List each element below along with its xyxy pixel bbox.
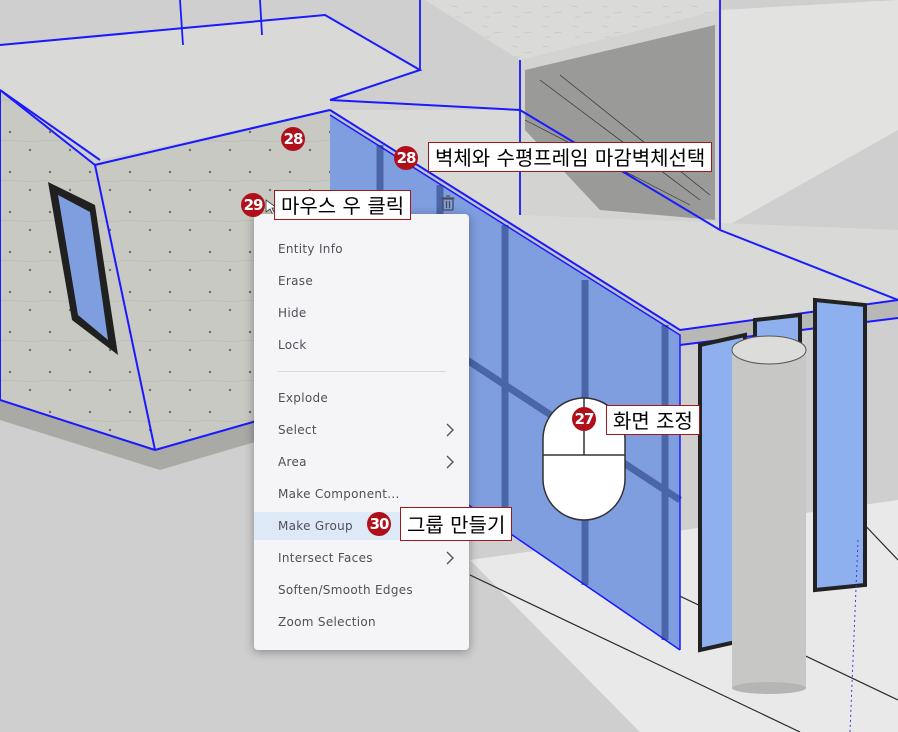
menu-item-select[interactable]: Select (254, 416, 469, 444)
callout-step-27: 화면 조정 (606, 405, 700, 435)
menu-item-label: Soften/Smooth Edges (278, 583, 413, 597)
menu-item-label: Entity Info (278, 242, 343, 256)
column-top (731, 335, 807, 365)
menu-item-label: Make Group (278, 519, 353, 533)
chevron-right-icon (446, 423, 454, 437)
step-badge-30: 30 (367, 512, 391, 536)
menu-item-label: Make Component... (278, 487, 400, 501)
menu-item-erase[interactable]: Erase (254, 267, 469, 295)
step-badge-29: 29 (241, 193, 265, 217)
menu-item-explode[interactable]: Explode (254, 384, 469, 412)
column (732, 348, 806, 688)
menu-item-label: Area (278, 455, 307, 469)
menu-item-soften-smooth-edges[interactable]: Soften/Smooth Edges (254, 576, 469, 604)
menu-item-intersect-faces[interactable]: Intersect Faces (254, 544, 469, 572)
callout-step-29: 마우스 우 클릭 (274, 190, 412, 220)
menu-item-label: Zoom Selection (278, 615, 376, 629)
menu-separator (278, 371, 446, 372)
step-badge-27: 27 (572, 407, 596, 431)
context-menu: Entity Info Erase Hide Lock Explode Sele… (254, 214, 469, 650)
menu-item-lock[interactable]: Lock (254, 331, 469, 359)
menu-item-label: Erase (278, 274, 314, 288)
callout-step-28: 벽체와 수평프레임 마감벽체선택 (428, 142, 713, 172)
menu-item-make-component[interactable]: Make Component... (254, 480, 469, 508)
step-badge-28-marker: 28 (281, 127, 305, 151)
chevron-right-icon (446, 551, 454, 565)
callout-step-30: 그룹 만들기 (400, 507, 513, 541)
menu-item-label: Select (278, 423, 317, 437)
menu-item-hide[interactable]: Hide (254, 299, 469, 327)
menu-item-label: Explode (278, 391, 329, 405)
chevron-right-icon (446, 455, 454, 469)
trash-icon[interactable] (441, 195, 455, 211)
menu-item-label: Intersect Faces (278, 551, 373, 565)
column-bottom (732, 682, 806, 694)
menu-item-area[interactable]: Area (254, 448, 469, 476)
menu-item-label: Hide (278, 306, 307, 320)
menu-item-entity-info[interactable]: Entity Info (254, 235, 469, 263)
step-badge-28: 28 (394, 146, 418, 170)
menu-item-zoom-selection[interactable]: Zoom Selection (254, 608, 469, 636)
menu-item-label: Lock (278, 338, 307, 352)
